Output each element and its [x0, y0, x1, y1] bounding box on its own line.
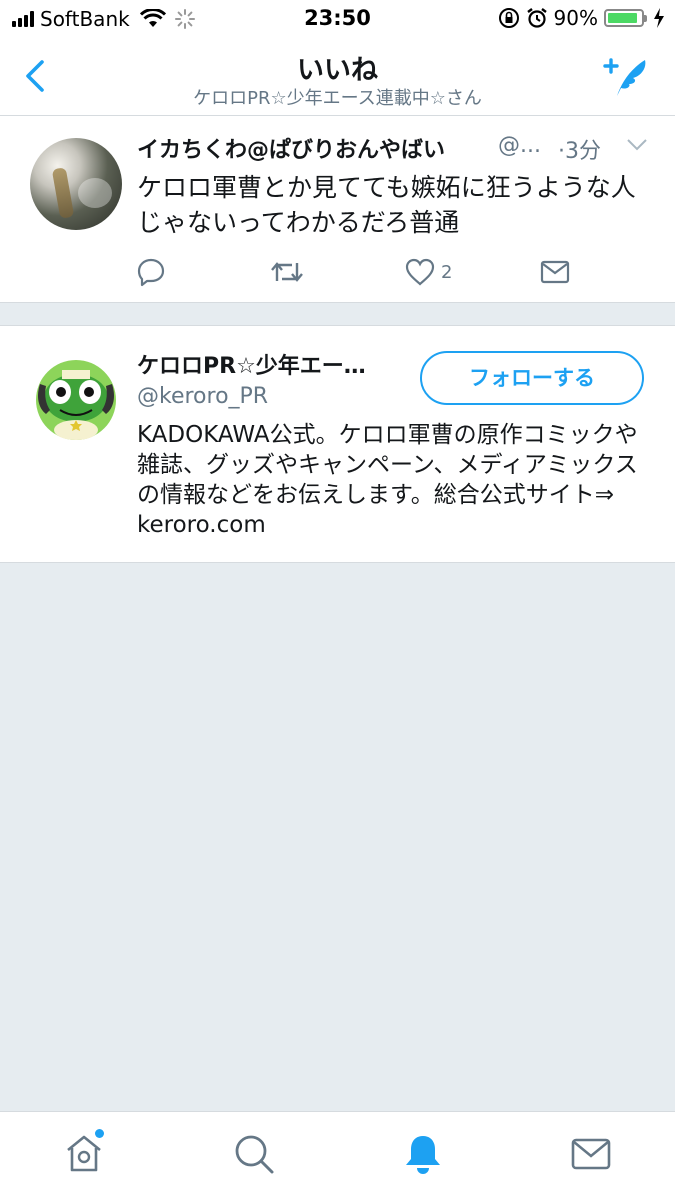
like-button[interactable]: 2: [405, 256, 452, 288]
section-gap: [0, 303, 675, 325]
user-avatar[interactable]: [30, 350, 122, 442]
tweet-text: ケロロ軍曹とか見てても嫉妬に狂うような人じゃないってわかるだろ普通: [137, 173, 636, 237]
like-icon: [405, 258, 435, 286]
reply-button[interactable]: [136, 256, 166, 288]
tweet-card[interactable]: イカちくわ@ぱびりおんやばい @... ·3分 ケロロ軍曹とか見てても嫉妬に狂う…: [0, 116, 675, 303]
alarm-icon: [526, 8, 547, 28]
page-title: いいね: [297, 55, 378, 86]
keroro-avatar-image: [30, 350, 122, 442]
home-notification-dot: [95, 1129, 104, 1138]
direct-message-button[interactable]: [540, 256, 570, 288]
status-bar: SoftBank 23:50 90%: [0, 0, 675, 38]
charging-bolt-icon: [654, 8, 664, 28]
user-name[interactable]: ケロロPR☆少年エー…: [137, 348, 366, 380]
battery-fill: [608, 13, 637, 23]
tweet-timestamp: ·3分: [558, 139, 601, 164]
tweet-author-avatar[interactable]: [30, 138, 122, 230]
status-right: 90%: [498, 6, 665, 30]
retweet-icon: [271, 262, 303, 282]
retweet-button[interactable]: [270, 256, 304, 288]
user-handle: @keroro_PR: [137, 384, 269, 409]
home-icon[interactable]: [62, 1132, 106, 1176]
user-card[interactable]: ケロロPR☆少年エー… @keroro_PR フォローする KADOKAWA公式…: [0, 325, 675, 563]
battery-percent: 90%: [553, 6, 598, 30]
direct-message-icon: [540, 260, 570, 284]
battery-icon: [604, 9, 647, 27]
follow-button[interactable]: フォローする: [420, 351, 644, 405]
navigation-bar: いいね ケロロPR☆少年エース連載中☆さん: [0, 38, 675, 116]
caret-down-icon[interactable]: [626, 138, 648, 152]
messages-icon[interactable]: [569, 1132, 613, 1176]
compose-tweet-button[interactable]: [601, 54, 651, 98]
notifications-icon[interactable]: [401, 1132, 445, 1176]
search-icon[interactable]: [232, 1132, 276, 1176]
reply-icon: [137, 258, 165, 287]
like-count: 2: [441, 261, 453, 283]
tweet-author-handle: @...: [498, 133, 541, 158]
user-bio: KADOKAWA公式。ケロロ軍曹の原作コミックや雑誌、グッズやキャンペーン、メデ…: [137, 422, 638, 538]
page-subtitle: ケロロPR☆少年エース連載中☆さん: [193, 88, 482, 109]
tab-bar: [0, 1111, 675, 1200]
tweet-author-name[interactable]: イカちくわ@ぱびりおんやばい: [137, 132, 445, 164]
orientation-lock-icon: [498, 8, 519, 28]
